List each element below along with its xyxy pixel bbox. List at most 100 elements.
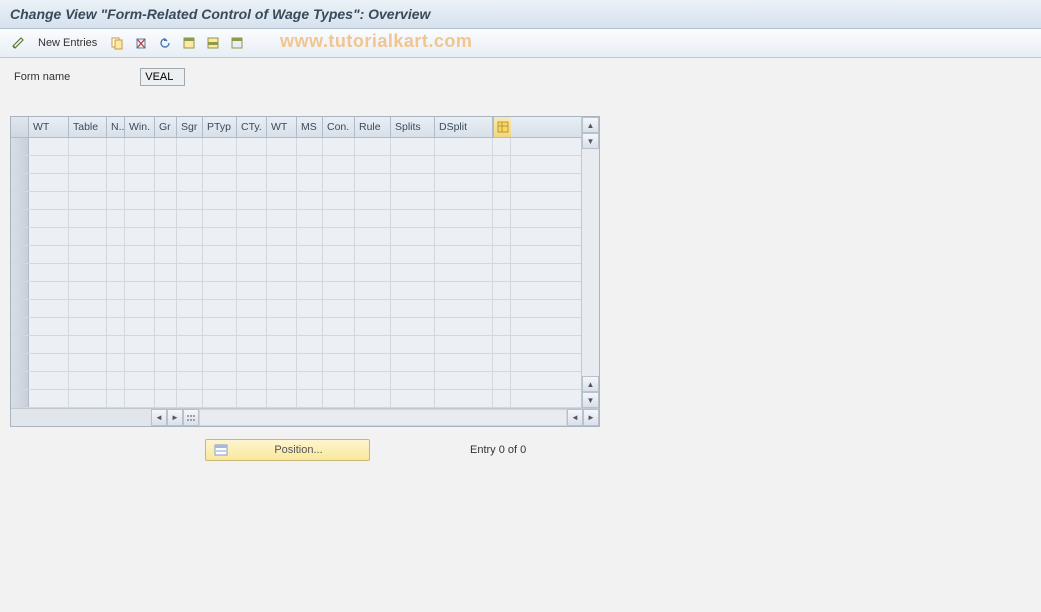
table-cell[interactable] bbox=[155, 354, 177, 371]
table-cell[interactable] bbox=[391, 372, 435, 389]
table-cell[interactable] bbox=[391, 390, 435, 407]
column-header-ms[interactable]: MS bbox=[297, 117, 323, 137]
table-cell[interactable] bbox=[125, 210, 155, 227]
table-cell[interactable] bbox=[177, 372, 203, 389]
table-cell[interactable] bbox=[177, 228, 203, 245]
row-selector[interactable] bbox=[11, 210, 29, 227]
table-cell[interactable] bbox=[155, 156, 177, 173]
table-cell[interactable] bbox=[237, 336, 267, 353]
table-cell[interactable] bbox=[237, 390, 267, 407]
table-cell[interactable] bbox=[323, 174, 355, 191]
table-cell[interactable] bbox=[237, 246, 267, 263]
delete-button[interactable] bbox=[131, 33, 151, 53]
table-cell[interactable] bbox=[125, 300, 155, 317]
table-cell[interactable] bbox=[203, 282, 237, 299]
table-cell[interactable] bbox=[435, 174, 493, 191]
scroll-up-one-button[interactable]: ▲ bbox=[582, 376, 599, 392]
table-cell[interactable] bbox=[323, 336, 355, 353]
table-cell[interactable] bbox=[435, 156, 493, 173]
table-cell[interactable] bbox=[435, 390, 493, 407]
table-cell[interactable] bbox=[125, 138, 155, 155]
table-cell[interactable] bbox=[29, 282, 69, 299]
table-cell[interactable] bbox=[267, 228, 297, 245]
row-selector-header[interactable] bbox=[11, 117, 29, 137]
table-cell[interactable] bbox=[203, 318, 237, 335]
table-cell[interactable] bbox=[29, 210, 69, 227]
table-cell[interactable] bbox=[177, 390, 203, 407]
table-cell[interactable] bbox=[435, 246, 493, 263]
table-cell[interactable] bbox=[323, 264, 355, 281]
table-cell[interactable] bbox=[69, 138, 107, 155]
table-cell[interactable] bbox=[107, 174, 125, 191]
table-cell[interactable] bbox=[297, 264, 323, 281]
table-cell[interactable] bbox=[267, 264, 297, 281]
table-row[interactable] bbox=[11, 246, 581, 264]
table-cell[interactable] bbox=[297, 282, 323, 299]
table-cell[interactable] bbox=[69, 210, 107, 227]
table-cell[interactable] bbox=[107, 282, 125, 299]
table-cell[interactable] bbox=[203, 354, 237, 371]
table-cell[interactable] bbox=[69, 318, 107, 335]
table-cell[interactable] bbox=[297, 354, 323, 371]
table-cell[interactable] bbox=[267, 282, 297, 299]
table-cell[interactable] bbox=[355, 264, 391, 281]
table-cell[interactable] bbox=[391, 264, 435, 281]
table-cell[interactable] bbox=[435, 336, 493, 353]
hscroll-track[interactable] bbox=[199, 409, 567, 426]
scroll-down-button[interactable]: ▼ bbox=[582, 392, 599, 408]
table-cell[interactable] bbox=[435, 318, 493, 335]
column-header-dsplit[interactable]: DSplit bbox=[435, 117, 493, 137]
table-cell[interactable] bbox=[177, 264, 203, 281]
table-cell[interactable] bbox=[355, 138, 391, 155]
table-cell[interactable] bbox=[29, 336, 69, 353]
table-row[interactable] bbox=[11, 138, 581, 156]
table-cell[interactable] bbox=[69, 282, 107, 299]
row-selector[interactable] bbox=[11, 246, 29, 263]
table-cell[interactable] bbox=[125, 282, 155, 299]
table-cell[interactable] bbox=[155, 282, 177, 299]
table-cell[interactable] bbox=[297, 300, 323, 317]
row-selector[interactable] bbox=[11, 354, 29, 371]
table-cell[interactable] bbox=[69, 300, 107, 317]
row-selector[interactable] bbox=[11, 390, 29, 407]
table-row[interactable] bbox=[11, 210, 581, 228]
table-cell[interactable] bbox=[391, 192, 435, 209]
table-cell[interactable] bbox=[237, 138, 267, 155]
scroll-left-one-button[interactable]: ◄ bbox=[567, 409, 583, 426]
table-cell[interactable] bbox=[107, 264, 125, 281]
table-cell[interactable] bbox=[237, 264, 267, 281]
table-cell[interactable] bbox=[29, 156, 69, 173]
table-row[interactable] bbox=[11, 372, 581, 390]
table-cell[interactable] bbox=[125, 228, 155, 245]
table-cell[interactable] bbox=[107, 192, 125, 209]
table-cell[interactable] bbox=[125, 246, 155, 263]
table-cell[interactable] bbox=[391, 210, 435, 227]
table-cell[interactable] bbox=[69, 246, 107, 263]
table-cell[interactable] bbox=[267, 390, 297, 407]
table-cell[interactable] bbox=[203, 192, 237, 209]
row-selector[interactable] bbox=[11, 192, 29, 209]
table-cell[interactable] bbox=[107, 156, 125, 173]
table-cell[interactable] bbox=[391, 336, 435, 353]
table-cell[interactable] bbox=[355, 300, 391, 317]
table-cell[interactable] bbox=[297, 192, 323, 209]
table-cell[interactable] bbox=[177, 354, 203, 371]
table-cell[interactable] bbox=[267, 138, 297, 155]
table-cell[interactable] bbox=[237, 156, 267, 173]
table-cell[interactable] bbox=[435, 192, 493, 209]
table-cell[interactable] bbox=[69, 156, 107, 173]
table-cell[interactable] bbox=[69, 336, 107, 353]
table-cell[interactable] bbox=[203, 138, 237, 155]
table-cell[interactable] bbox=[177, 282, 203, 299]
table-cell[interactable] bbox=[107, 372, 125, 389]
table-cell[interactable] bbox=[203, 390, 237, 407]
table-cell[interactable] bbox=[29, 264, 69, 281]
table-row[interactable] bbox=[11, 354, 581, 372]
table-cell[interactable] bbox=[267, 300, 297, 317]
row-selector[interactable] bbox=[11, 336, 29, 353]
column-header-win[interactable]: Win. bbox=[125, 117, 155, 137]
table-cell[interactable] bbox=[355, 282, 391, 299]
table-cell[interactable] bbox=[323, 210, 355, 227]
table-cell[interactable] bbox=[237, 174, 267, 191]
column-header-wt2[interactable]: WT bbox=[267, 117, 297, 137]
